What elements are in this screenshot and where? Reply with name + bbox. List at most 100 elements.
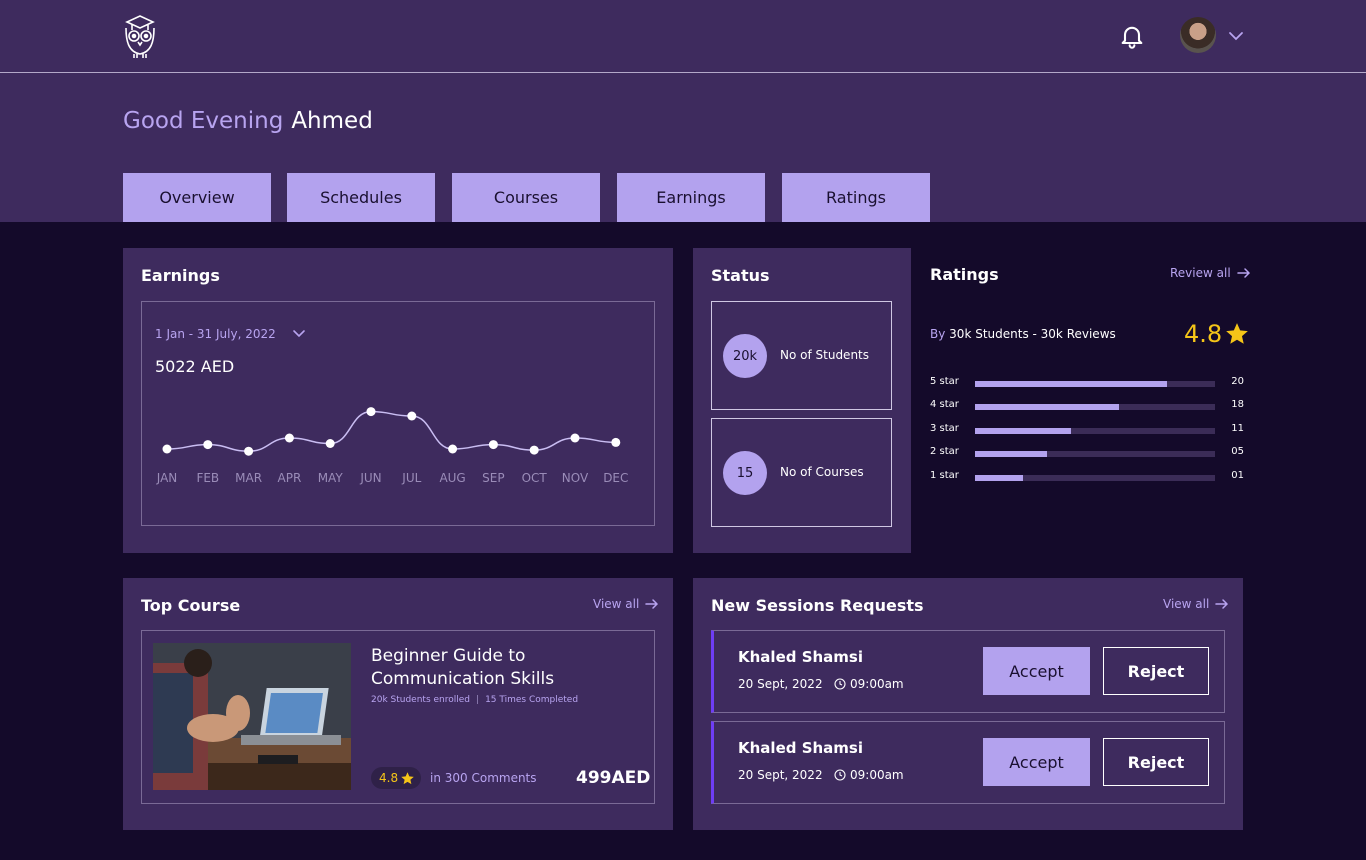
course-comments[interactable]: in 300 Comments	[430, 771, 537, 785]
earnings-data-point[interactable]	[203, 440, 213, 450]
earnings-data-point[interactable]	[488, 440, 498, 450]
top-course-view-all-link[interactable]: View all	[593, 597, 659, 611]
earnings-data-point[interactable]	[529, 445, 539, 455]
earnings-data-point[interactable]	[611, 437, 621, 447]
bell-icon[interactable]	[1118, 22, 1146, 50]
x-axis-tick-label: JAN	[156, 471, 178, 485]
course-meta-separator: |	[476, 695, 480, 705]
rating-row-label: 5 star	[930, 376, 959, 387]
chevron-down-icon[interactable]	[291, 326, 307, 342]
session-date: 20 Sept, 2022	[738, 768, 823, 782]
greeting-user-name: Ahmed	[291, 108, 373, 134]
arrow-right-icon	[645, 599, 659, 609]
sessions-view-all-link[interactable]: View all	[1163, 597, 1229, 611]
rating-bar-track	[975, 475, 1215, 481]
earnings-data-point[interactable]	[407, 411, 417, 421]
rating-row: 2 star 05	[930, 446, 1244, 460]
clock-icon	[834, 678, 846, 690]
earnings-data-point[interactable]	[284, 433, 294, 443]
course-meta: 20k Students enrolled | 15 Times Completed	[371, 695, 578, 705]
ratings-score: 4.8	[1184, 320, 1250, 348]
star-icon	[1226, 323, 1249, 344]
tab-overview[interactable]: Overview	[123, 173, 271, 222]
earnings-data-point[interactable]	[366, 407, 376, 417]
x-axis-tick-label: DEC	[603, 471, 628, 485]
x-axis-tick-label: NOV	[562, 471, 589, 485]
session-requester-name: Khaled Shamsi	[738, 739, 864, 757]
x-axis-tick-label: SEP	[482, 471, 504, 485]
course-thumbnail[interactable]	[153, 643, 351, 790]
status-students-value: 20k	[723, 334, 767, 378]
rating-row-count: 11	[1231, 423, 1244, 434]
earnings-data-point[interactable]	[448, 444, 458, 454]
tab-schedules[interactable]: Schedules	[287, 173, 435, 222]
session-time-value: 09:00am	[850, 677, 904, 691]
rating-row-count: 05	[1231, 446, 1244, 457]
rating-row-count: 18	[1231, 399, 1244, 410]
status-courses-box: 15 No of Courses	[711, 418, 892, 527]
course-enrolled: 20k Students enrolled	[371, 695, 471, 705]
rating-row: 4 star 18	[930, 399, 1244, 413]
session-request: Khaled Shamsi 20 Sept, 2022 09:00am Acce…	[711, 721, 1225, 804]
status-title: Status	[711, 266, 770, 285]
x-axis-tick-label: MAY	[318, 471, 344, 485]
rating-row-label: 2 star	[930, 446, 959, 457]
earnings-line-chart: JAN FEB MAR APR MAY JUN JUL AUG SEP OCT NOV DEC	[156, 407, 628, 485]
rating-bar-track	[975, 381, 1215, 387]
earnings-series-line	[166, 410, 616, 452]
session-requester-name: Khaled Shamsi	[738, 648, 864, 666]
greeting-salutation: Good Evening	[123, 108, 284, 134]
reject-button[interactable]: Reject	[1103, 647, 1209, 695]
owl-logo-icon[interactable]	[121, 14, 159, 60]
clock-icon	[834, 769, 846, 781]
x-axis-tick-label: FEB	[196, 471, 219, 485]
earnings-data-point[interactable]	[162, 444, 172, 454]
top-course-title: Top Course	[141, 596, 241, 615]
x-axis-tick-label: APR	[278, 471, 302, 485]
accept-button[interactable]: Accept	[983, 738, 1090, 786]
chevron-down-icon[interactable]	[1226, 26, 1246, 46]
star-icon	[401, 771, 414, 784]
ratings-by-prefix: By	[930, 327, 946, 341]
x-axis-tick-label: JUN	[359, 471, 381, 485]
earnings-data-point[interactable]	[570, 433, 580, 443]
review-all-label: Review all	[1170, 266, 1231, 280]
tab-ratings[interactable]: Ratings	[782, 173, 930, 222]
status-students-box: 20k No of Students	[711, 301, 892, 410]
tab-courses[interactable]: Courses	[452, 173, 600, 222]
rating-bar-fill	[975, 451, 1047, 457]
greeting: Good Evening Ahmed	[123, 108, 373, 134]
session-request: Khaled Shamsi 20 Sept, 2022 09:00am Acce…	[711, 630, 1225, 713]
x-axis-tick-label: AUG	[439, 471, 465, 485]
earnings-data-point[interactable]	[244, 446, 254, 456]
accept-button[interactable]: Accept	[983, 647, 1090, 695]
rating-bar-fill	[975, 428, 1071, 434]
session-time-value: 09:00am	[850, 768, 904, 782]
ratings-title: Ratings	[930, 265, 999, 284]
rating-row-label: 3 star	[930, 423, 959, 434]
session-time: 09:00am	[834, 677, 904, 691]
earnings-date-range[interactable]: 1 Jan - 31 July, 2022	[155, 327, 276, 341]
arrow-right-icon	[1236, 268, 1250, 278]
rating-bar-fill	[975, 404, 1119, 410]
rating-row: 3 star 11	[930, 423, 1244, 437]
rating-bar-track	[975, 451, 1215, 457]
course-title[interactable]: Beginner Guide to Communication Skills	[371, 645, 641, 691]
status-courses-label: No of Courses	[780, 465, 864, 479]
status-courses-value: 15	[723, 451, 767, 495]
ratings-score-value: 4.8	[1184, 320, 1223, 348]
course-rating-value: 4.8	[379, 771, 399, 785]
x-axis-tick-label: JUL	[401, 471, 421, 485]
review-all-link[interactable]: Review all	[1170, 266, 1251, 280]
sessions-title: New Sessions Requests	[711, 596, 924, 615]
course-price: 499AED	[576, 768, 651, 788]
tab-earnings[interactable]: Earnings	[617, 173, 765, 222]
user-avatar[interactable]	[1180, 17, 1216, 53]
ratings-summary: By 30k Students - 30k Reviews	[930, 327, 1116, 341]
rating-bar-fill	[975, 475, 1023, 481]
x-axis-tick-label: MAR	[235, 471, 262, 485]
x-axis-tick-label: OCT	[522, 471, 548, 485]
header-divider	[0, 72, 1366, 73]
reject-button[interactable]: Reject	[1103, 738, 1209, 786]
earnings-data-point[interactable]	[325, 439, 335, 448]
